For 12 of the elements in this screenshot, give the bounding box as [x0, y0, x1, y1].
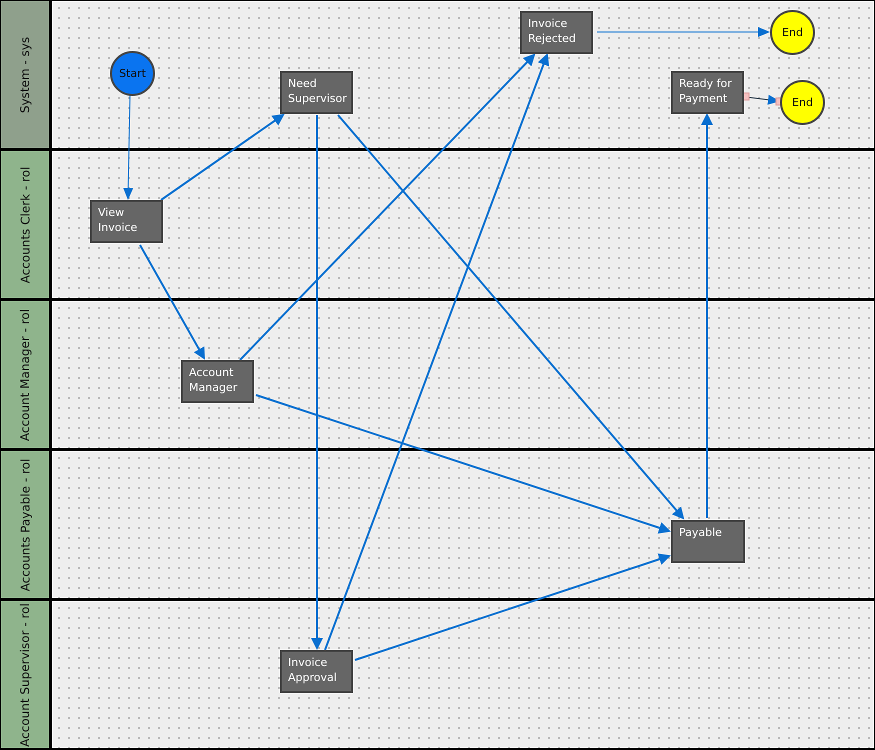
task-node: Need Supervisor: [280, 71, 353, 114]
lane-title: Accounts Payable - rol: [18, 458, 32, 591]
lane-title: Account Manager - rol: [18, 308, 32, 441]
lane-title: Account Supervisor - rol: [18, 602, 32, 746]
task-node: Invoice Approval: [280, 650, 353, 693]
task-node: View Invoice: [90, 200, 163, 243]
lane-title: Accounts Clerk - rol: [18, 166, 32, 283]
task-node: Invoice Rejected: [520, 11, 593, 54]
task-node: Ready for Payment: [671, 71, 744, 114]
task-node: Payable: [671, 520, 745, 563]
lane-title: System - sys: [18, 36, 32, 113]
task-node: Account Manager: [181, 360, 254, 403]
